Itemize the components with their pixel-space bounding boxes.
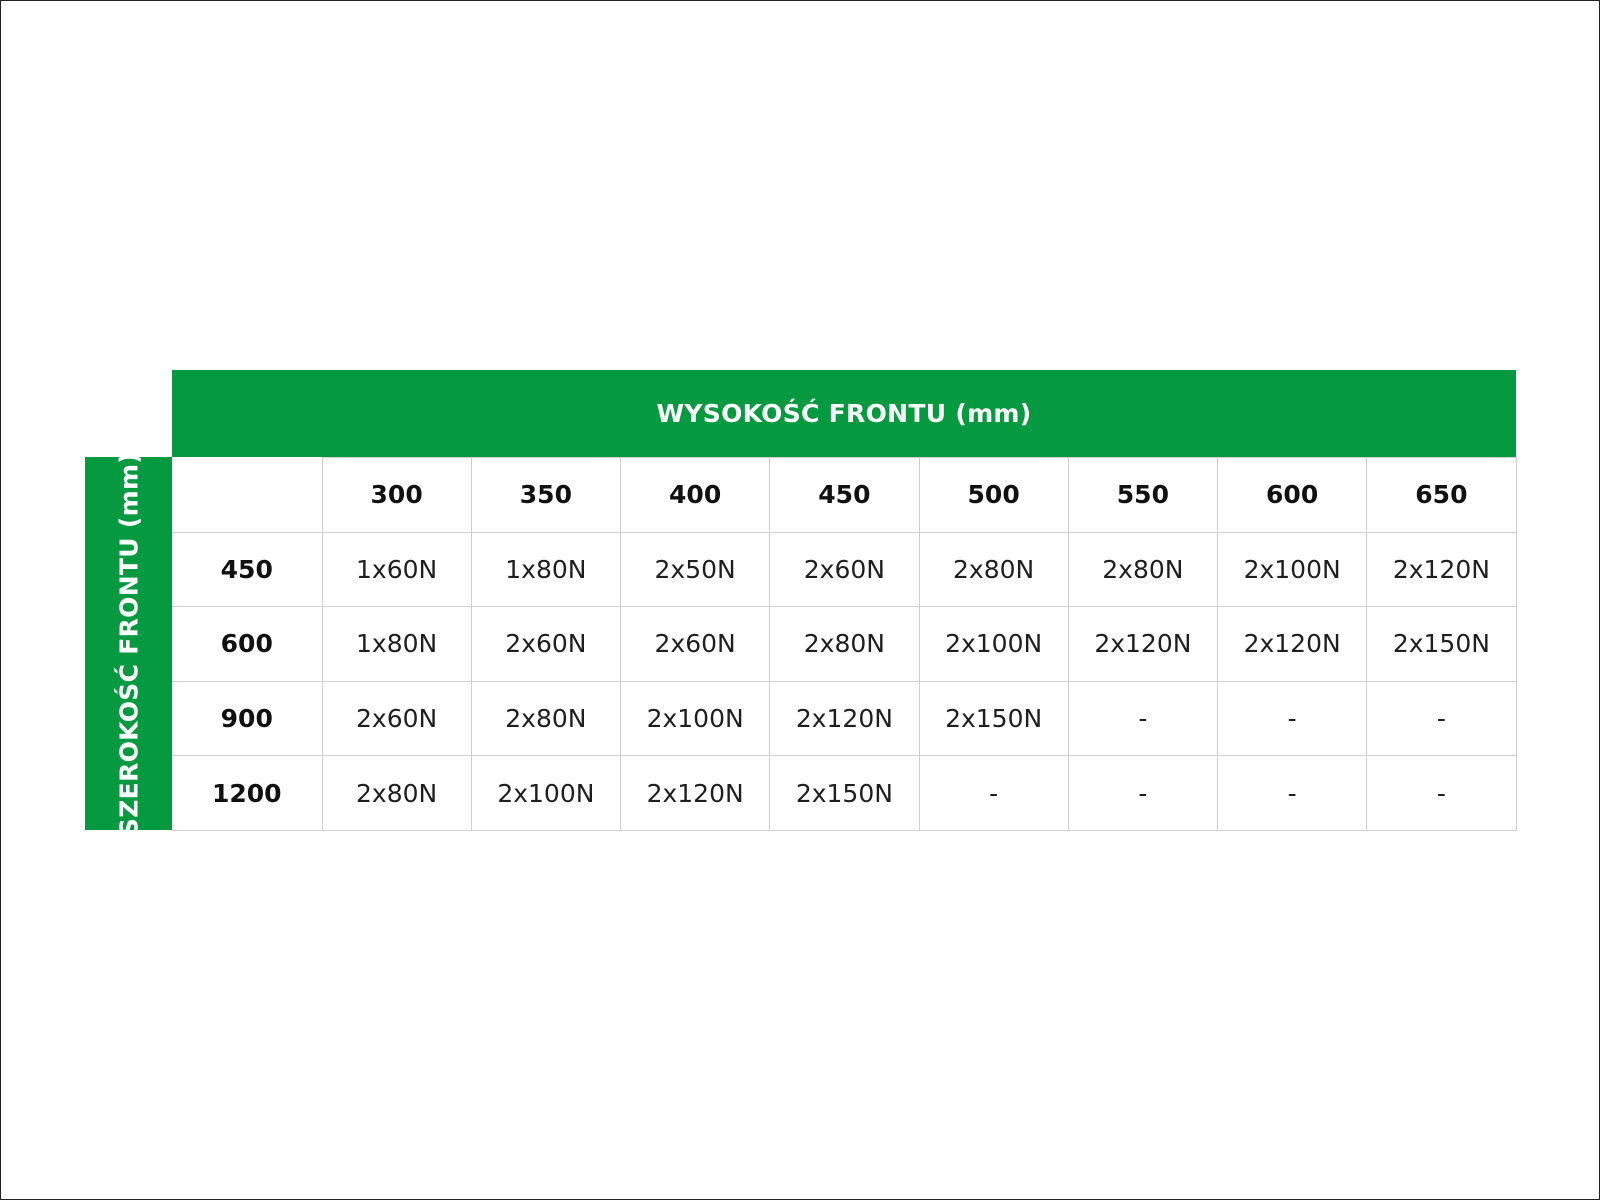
table-cell: 1x80N bbox=[470, 531, 622, 608]
table-cell: - bbox=[1067, 680, 1219, 757]
table-cell: 2x80N bbox=[321, 755, 472, 831]
table-cell: 2x100N bbox=[470, 755, 622, 831]
table-cell: 2x120N bbox=[1366, 531, 1517, 608]
column-header: 400 bbox=[619, 457, 771, 533]
table-cell: 2x60N bbox=[321, 680, 472, 757]
table-cell: 2x120N bbox=[1067, 606, 1219, 682]
table-cell: 2x60N bbox=[470, 606, 622, 682]
table-cell: 2x80N bbox=[470, 680, 622, 757]
header-row: 300 350 400 450 500 550 600 650 bbox=[172, 457, 1517, 533]
corner-cell bbox=[172, 457, 323, 533]
table-row: 450 1x60N 1x80N 2x50N 2x60N 2x80N 2x80N … bbox=[172, 531, 1517, 608]
row-header: 900 bbox=[172, 680, 323, 757]
table-cell: 2x150N bbox=[769, 755, 920, 831]
table-row: 900 2x60N 2x80N 2x100N 2x120N 2x150N - -… bbox=[172, 680, 1517, 757]
table-cell: - bbox=[1366, 680, 1517, 757]
column-header: 300 bbox=[321, 457, 472, 533]
table-cell: 1x80N bbox=[321, 606, 472, 682]
height-header-title: WYSOKOŚĆ FRONTU (mm) bbox=[656, 399, 1032, 428]
column-header: 500 bbox=[918, 457, 1069, 533]
column-header: 450 bbox=[769, 457, 920, 533]
table-cell: - bbox=[918, 755, 1069, 831]
column-header: 350 bbox=[470, 457, 622, 533]
table-cell: - bbox=[1216, 755, 1368, 831]
width-side-band: SZEROKOŚĆ FRONTU (mm) bbox=[85, 451, 172, 836]
table-cell: 2x80N bbox=[1067, 531, 1219, 608]
column-header: 550 bbox=[1067, 457, 1219, 533]
table-cell: 1x60N bbox=[321, 531, 472, 608]
table-cell: 2x80N bbox=[769, 606, 920, 682]
column-header: 600 bbox=[1216, 457, 1368, 533]
table-cell: 2x60N bbox=[769, 531, 920, 608]
table-cell: - bbox=[1366, 755, 1517, 831]
table-cell: 2x150N bbox=[918, 680, 1069, 757]
table-cell: 2x80N bbox=[918, 531, 1069, 608]
row-header: 450 bbox=[172, 531, 323, 608]
table-cell: 2x120N bbox=[619, 755, 771, 831]
table-cell: - bbox=[1216, 680, 1368, 757]
height-header-band: WYSOKOŚĆ FRONTU (mm) bbox=[172, 370, 1516, 457]
row-header: 600 bbox=[172, 606, 323, 682]
table-row: 1200 2x80N 2x100N 2x120N 2x150N - - - - bbox=[172, 755, 1517, 831]
column-header: 650 bbox=[1366, 457, 1517, 533]
width-side-title: SZEROKOŚĆ FRONTU (mm) bbox=[114, 451, 143, 836]
table-cell: 2x120N bbox=[769, 680, 920, 757]
table-cell: 2x50N bbox=[619, 531, 771, 608]
table-cell: 2x60N bbox=[619, 606, 771, 682]
table-cell: 2x120N bbox=[1216, 606, 1368, 682]
table-cell: 2x100N bbox=[918, 606, 1069, 682]
table-cell: - bbox=[1067, 755, 1219, 831]
row-header: 1200 bbox=[172, 755, 323, 831]
table-cell: 2x150N bbox=[1366, 606, 1517, 682]
table-cell: 2x100N bbox=[619, 680, 771, 757]
table-row: 600 1x80N 2x60N 2x60N 2x80N 2x100N 2x120… bbox=[172, 606, 1517, 682]
table-cell: 2x100N bbox=[1216, 531, 1368, 608]
load-capacity-table: 300 350 400 450 500 550 600 650 450 1x60… bbox=[172, 457, 1517, 831]
